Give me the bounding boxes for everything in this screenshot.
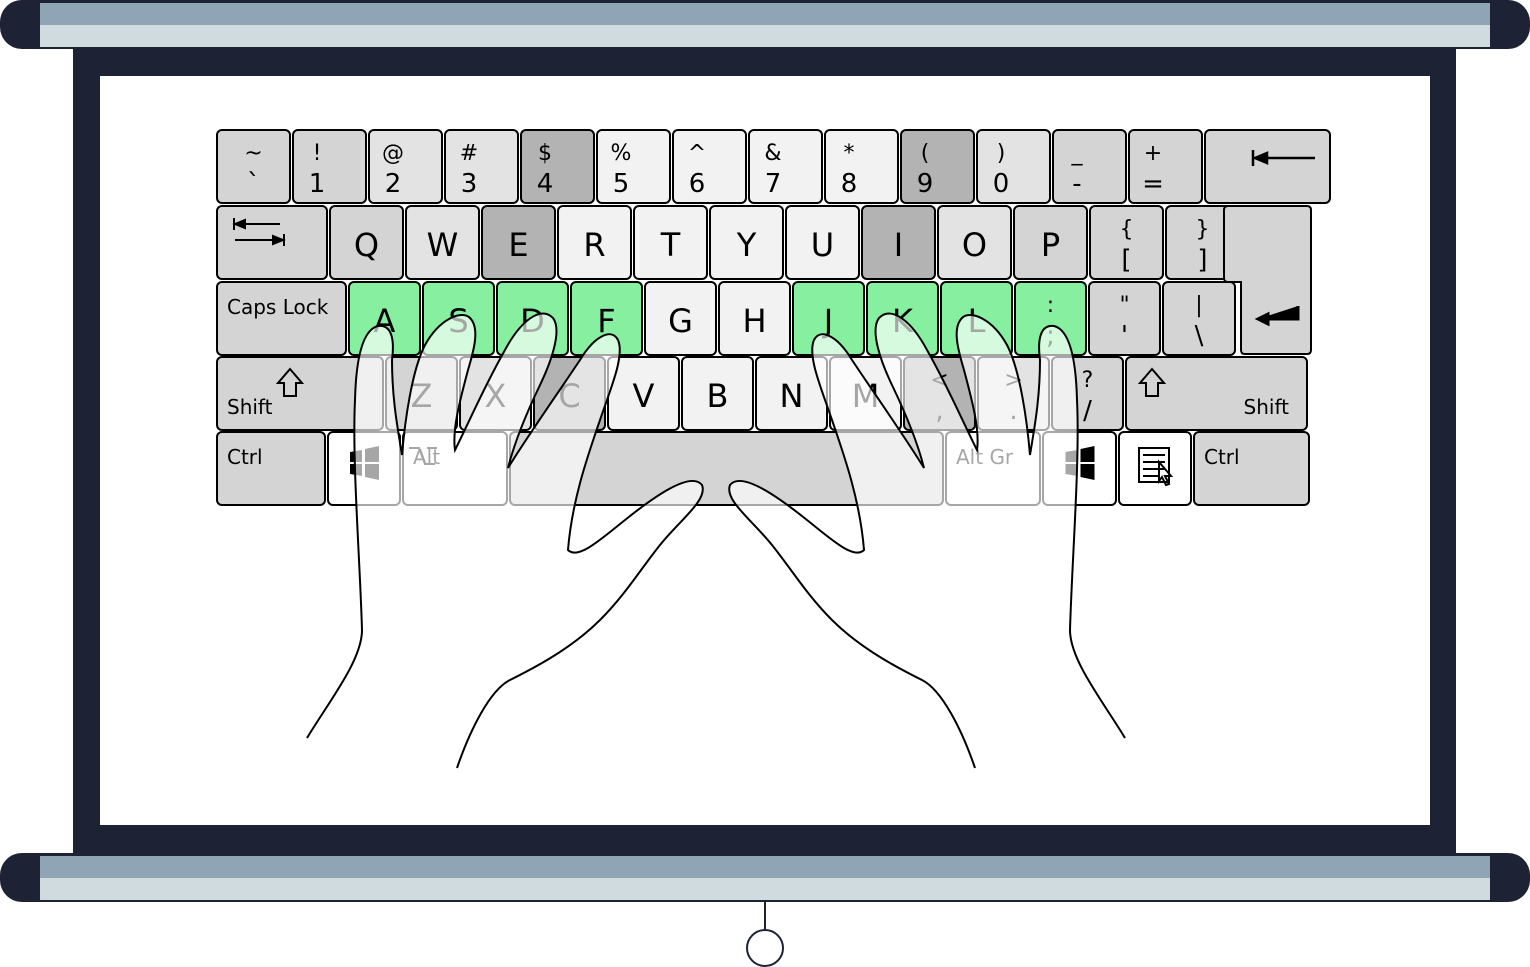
key-label: Shift — [227, 395, 273, 419]
key-label: N — [780, 377, 804, 415]
key-label: ] — [1197, 245, 1207, 275]
key-label: @ — [382, 141, 404, 166]
key-label: U — [811, 226, 834, 264]
key-label: G — [668, 302, 693, 340]
key-label: | — [1195, 293, 1202, 318]
key-p[interactable]: P — [1013, 205, 1088, 280]
key-ctrl[interactable]: Ctrl — [216, 431, 326, 506]
key-label: 9 — [917, 169, 934, 199]
key-9[interactable]: (9 — [900, 129, 975, 204]
key-label: / — [1083, 396, 1092, 426]
key-label: [ — [1121, 245, 1131, 275]
key-label: = — [1142, 169, 1164, 199]
key-1[interactable]: !1 — [292, 129, 367, 204]
key-q[interactable]: Q — [329, 205, 404, 280]
key-label: Ctrl — [227, 445, 263, 469]
key-4[interactable]: $4 — [520, 129, 595, 204]
key-ctrl[interactable]: Ctrl — [1193, 431, 1310, 506]
key-label: ` — [247, 169, 260, 199]
pull-cord[interactable] — [746, 902, 784, 967]
key-label: 5 — [613, 169, 630, 199]
top-roller — [0, 0, 1530, 49]
key-label: ( — [921, 141, 930, 166]
key-label: " — [1119, 293, 1129, 318]
key-label: ~ — [244, 141, 262, 166]
key-label: Ctrl — [1204, 445, 1240, 469]
key-=[interactable]: += — [1128, 129, 1203, 204]
key-t[interactable]: T — [633, 205, 708, 280]
key-u[interactable]: U — [785, 205, 860, 280]
key-h[interactable]: H — [718, 281, 791, 356]
key-w[interactable]: W — [405, 205, 480, 280]
key-label: 6 — [689, 169, 706, 199]
key-backspace-icon[interactable] — [1204, 129, 1331, 204]
key-label: R — [583, 226, 605, 264]
key-5[interactable]: %5 — [596, 129, 671, 204]
key-y[interactable]: Y — [709, 205, 784, 280]
key-label: E — [508, 226, 528, 264]
key-label: \ — [1195, 321, 1204, 351]
key-b[interactable]: B — [681, 356, 754, 431]
key-label: ? — [1082, 368, 1094, 393]
key-[[interactable]: {[ — [1089, 205, 1164, 280]
key-label: % — [611, 141, 632, 166]
key-label: Y — [736, 226, 757, 264]
key-label: } — [1196, 217, 1210, 242]
key-label: 2 — [385, 169, 402, 199]
key-label: 8 — [841, 169, 858, 199]
key-label: I — [894, 226, 903, 264]
projector-screen-illustration: ~`!1@2#3$4%5^6&7*8(9)0_-+=Q W E R T Y U I O P{[}]… — [0, 0, 1530, 967]
key-label: & — [764, 141, 781, 166]
key-label: Q — [354, 226, 379, 264]
key-caps-lock[interactable]: Caps Lock — [216, 281, 347, 356]
key-label: ' — [1121, 321, 1128, 351]
key-tab-icon[interactable] — [216, 205, 328, 280]
key-label: Shift — [1244, 395, 1290, 419]
key-shift[interactable]: Shift — [1125, 356, 1308, 431]
key-label: 0 — [993, 169, 1010, 199]
key-label: - — [1072, 169, 1081, 199]
key-label: : — [1047, 293, 1054, 318]
key-label: _ — [1071, 141, 1084, 166]
key-label: 3 — [461, 169, 478, 199]
key-label: 4 — [537, 169, 554, 199]
key-label: ^ — [688, 141, 706, 166]
key-r[interactable]: R — [557, 205, 632, 280]
key-'[interactable]: "' — [1088, 281, 1161, 356]
key-e[interactable]: E — [481, 205, 556, 280]
key-`[interactable]: ~` — [216, 129, 291, 204]
key-label: B — [707, 377, 729, 415]
key-label: ! — [313, 141, 322, 166]
key-label: P — [1041, 226, 1060, 264]
key-o[interactable]: O — [937, 205, 1012, 280]
key-label: # — [460, 141, 478, 166]
key-8[interactable]: *8 — [824, 129, 899, 204]
key-i[interactable]: I — [861, 205, 936, 280]
key-2[interactable]: @2 — [368, 129, 443, 204]
key-label: ) — [997, 141, 1006, 166]
bottom-roller — [0, 853, 1530, 902]
key-label: H — [742, 302, 766, 340]
key-label: 7 — [765, 169, 782, 199]
key-v[interactable]: V — [607, 356, 680, 431]
key--[interactable]: _- — [1052, 129, 1127, 204]
key-menu-icon[interactable] — [1118, 431, 1192, 506]
key-0[interactable]: )0 — [976, 129, 1051, 204]
key-label: $ — [538, 141, 552, 166]
key-6[interactable]: ^6 — [672, 129, 747, 204]
key-\[interactable]: |\ — [1162, 281, 1236, 356]
key-label: * — [844, 141, 855, 166]
key-label: O — [962, 226, 987, 264]
key-label: W — [427, 226, 459, 264]
key-label: + — [1144, 141, 1162, 166]
key-3[interactable]: #3 — [444, 129, 519, 204]
key-label: { — [1120, 217, 1134, 242]
key-label: 1 — [309, 169, 326, 199]
key-label: Caps Lock — [227, 295, 329, 319]
key-7[interactable]: &7 — [748, 129, 823, 204]
key-label: T — [660, 226, 681, 264]
key-g[interactable]: G — [644, 281, 717, 356]
key-label: V — [633, 377, 655, 415]
